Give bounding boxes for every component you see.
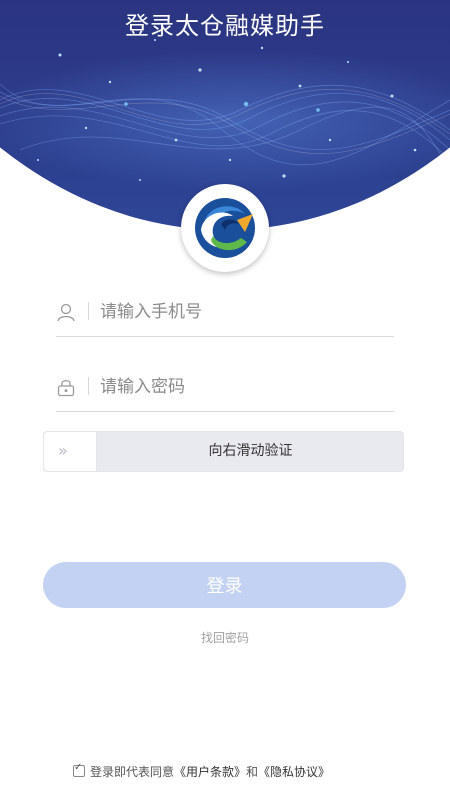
slide-verify[interactable]: » 向右滑动验证: [43, 431, 404, 472]
password-input[interactable]: [100, 371, 390, 403]
agreement-checkbox[interactable]: ✓: [73, 762, 85, 777]
privacy-link[interactable]: 《隐私协议》: [258, 765, 330, 779]
login-button[interactable]: 登录: [43, 562, 406, 608]
terms-link[interactable]: 《用户条款》: [174, 765, 246, 779]
slider-handle[interactable]: »: [44, 432, 97, 471]
app-title: 登录太仓融媒助手: [125, 12, 325, 40]
lock-icon: [57, 380, 75, 397]
agreement-row: ✓ 登录即代表同意《用户条款》和《隐私协议》: [73, 762, 330, 781]
logo-emblem-icon: [195, 198, 255, 258]
field-divider: [88, 302, 89, 320]
double-chevron-right-icon: »: [58, 441, 68, 460]
agreement-prefix: 登录即代表同意: [90, 765, 175, 779]
checkmark-icon: ✓: [74, 762, 83, 773]
forgot-password-link[interactable]: 找回密码: [0, 629, 450, 646]
field-divider: [88, 377, 89, 395]
agreement-conjunction: 和: [246, 765, 259, 779]
app-logo: [181, 184, 269, 272]
phone-field: [56, 296, 394, 337]
user-icon: [57, 303, 75, 322]
slider-hint: 向右滑动验证: [208, 443, 293, 459]
phone-input[interactable]: [100, 296, 390, 328]
password-field: [56, 371, 394, 412]
login-page: 登录太仓融媒助手 »: [0, 0, 450, 800]
